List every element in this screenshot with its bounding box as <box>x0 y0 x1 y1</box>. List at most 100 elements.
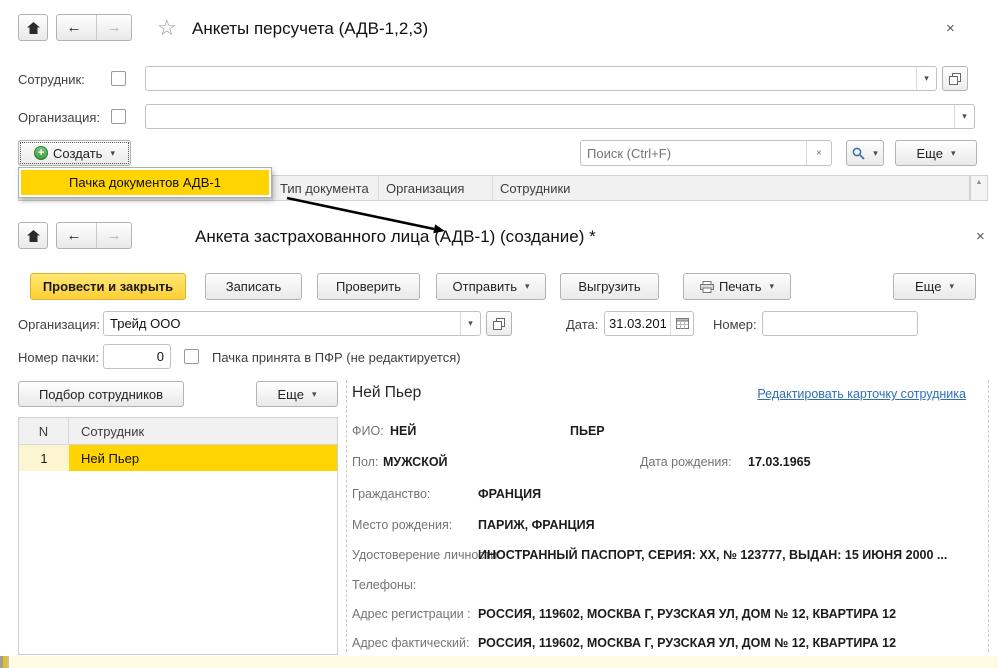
employee-input[interactable] <box>146 67 916 90</box>
fact-address-label: Адрес фактический: <box>352 636 469 650</box>
more-button-label: Еще <box>915 279 941 294</box>
open-form-icon <box>949 73 961 85</box>
organization-combobox[interactable]: ▾ <box>103 311 481 336</box>
window1-title: Анкеты персучета (АДВ-1,2,3) <box>192 19 428 39</box>
export-label: Выгрузить <box>578 279 640 294</box>
post-and-close-label: Провести и закрыть <box>43 279 173 294</box>
number-field[interactable] <box>762 311 918 336</box>
pick-employees-button[interactable]: Подбор сотрудников <box>18 381 184 407</box>
pfr-accepted-checkbox[interactable] <box>184 349 199 364</box>
forward-button[interactable]: → <box>96 223 131 248</box>
window1-more-button[interactable]: Еще ▾ <box>895 140 977 166</box>
menu-item-adv1-batch[interactable]: Пачка документов АДВ-1 <box>21 170 269 195</box>
panel-splitter[interactable] <box>346 380 347 652</box>
check-label: Проверить <box>336 279 401 294</box>
search-clear-icon[interactable]: × <box>806 141 831 165</box>
chevron-down-icon: ▾ <box>949 281 954 292</box>
chevron-down-icon[interactable]: ▾ <box>916 67 936 90</box>
column-header-n[interactable]: N <box>19 418 69 444</box>
post-and-close-button[interactable]: Провести и закрыть <box>30 273 186 300</box>
pfr-accepted-label: Пачка принята в ПФР (не редактируется) <box>212 350 461 365</box>
create-button[interactable]: + Создать ▾ <box>18 140 131 166</box>
window1-close-icon[interactable]: × <box>946 21 955 36</box>
home-icon <box>27 22 40 34</box>
check-button[interactable]: Проверить <box>317 273 420 300</box>
forward-button[interactable]: → <box>96 15 131 40</box>
open-form-icon <box>493 318 505 330</box>
back-icon: ← <box>67 227 82 244</box>
organization-checkbox[interactable] <box>111 109 126 124</box>
organization-label: Организация: <box>18 317 100 332</box>
citizenship-value: ФРАНЦИЯ <box>478 487 541 501</box>
chevron-down-icon[interactable]: ▾ <box>460 312 480 335</box>
gender-value: МУЖСКОЙ <box>383 455 448 469</box>
favorite-star-icon[interactable]: ☆ <box>157 15 177 41</box>
employee-combobox[interactable]: ▾ <box>145 66 937 91</box>
home-button[interactable] <box>18 222 48 249</box>
chevron-down-icon: ▾ <box>525 281 530 292</box>
send-button[interactable]: Отправить ▾ <box>436 273 546 300</box>
employee-open-button[interactable] <box>942 66 968 91</box>
magnifier-icon <box>852 147 865 160</box>
employee-row-number[interactable]: 1 <box>19 445 69 471</box>
print-button[interactable]: Печать ▾ <box>683 273 791 300</box>
date-input[interactable] <box>605 312 670 335</box>
employee-checkbox[interactable] <box>111 71 126 86</box>
back-icon: ← <box>67 19 82 36</box>
organization-open-button[interactable] <box>486 311 512 336</box>
create-button-label: Создать <box>53 146 102 161</box>
birth-date-value: 17.03.1965 <box>748 455 811 469</box>
table-header-doc-type[interactable]: Тип документа <box>273 176 379 200</box>
table-header-organization[interactable]: Организация <box>379 176 493 200</box>
back-button[interactable]: ← <box>57 223 91 248</box>
table-header-employees[interactable]: Сотрудники <box>493 176 969 200</box>
plus-icon: + <box>34 146 48 160</box>
printer-icon <box>700 281 714 293</box>
organization-input[interactable] <box>104 312 460 335</box>
employee-row-name[interactable]: Ней Пьер <box>69 445 337 471</box>
number-input[interactable] <box>763 312 917 335</box>
forward-icon: → <box>107 19 122 36</box>
date-label: Дата: <box>566 317 598 332</box>
birth-date-label: Дата рождения: <box>640 455 732 469</box>
save-button[interactable]: Записать <box>205 273 302 300</box>
employee-row[interactable]: 1 Ней Пьер <box>19 445 337 471</box>
create-dropdown-menu: Пачка документов АДВ-1 <box>18 167 272 198</box>
citizenship-label: Гражданство: <box>352 487 430 501</box>
back-button[interactable]: ← <box>57 15 91 40</box>
batch-number-label: Номер пачки: <box>18 350 99 365</box>
employees-table-header: N Сотрудник <box>19 418 337 445</box>
edit-employee-card-link[interactable]: Редактировать карточку сотрудника <box>757 387 966 401</box>
organization-combobox[interactable]: ▾ <box>145 104 975 129</box>
chevron-down-icon: ▾ <box>951 148 956 159</box>
gender-label: Пол: <box>352 455 378 469</box>
search-input[interactable] <box>581 141 806 165</box>
bottom-status-strip <box>0 656 998 668</box>
left-panel-more-button[interactable]: Еще ▾ <box>256 381 338 407</box>
more-button-label: Еще <box>278 387 304 402</box>
calendar-icon[interactable] <box>670 312 693 335</box>
batch-number-field[interactable] <box>103 344 171 369</box>
organization-label: Организация: <box>18 110 100 125</box>
search-box[interactable]: × <box>580 140 832 166</box>
export-button[interactable]: Выгрузить <box>560 273 659 300</box>
chevron-down-icon: ▾ <box>770 281 775 292</box>
search-options-button[interactable]: ▾ <box>846 140 884 166</box>
scroll-up-icon: ▲ <box>976 179 983 186</box>
right-panel-edge <box>988 380 989 652</box>
chevron-down-icon[interactable]: ▾ <box>954 105 974 128</box>
employees-table: N Сотрудник 1 Ней Пьер <box>18 417 338 655</box>
chevron-down-icon: ▾ <box>873 148 878 159</box>
scroll-up-button[interactable]: ▲ <box>970 175 988 201</box>
batch-number-input[interactable] <box>104 345 170 368</box>
window2-close-icon[interactable]: × <box>976 229 985 244</box>
date-field[interactable] <box>604 311 694 336</box>
column-header-employee[interactable]: Сотрудник <box>69 418 337 444</box>
home-button[interactable] <box>18 14 48 41</box>
first-name-value: ПЬЕР <box>570 424 605 438</box>
organization-input[interactable] <box>146 105 954 128</box>
birth-place-label: Место рождения: <box>352 518 452 532</box>
window2-more-button[interactable]: Еще ▾ <box>893 273 976 300</box>
number-label: Номер: <box>713 317 757 332</box>
chevron-down-icon: ▾ <box>110 148 115 159</box>
